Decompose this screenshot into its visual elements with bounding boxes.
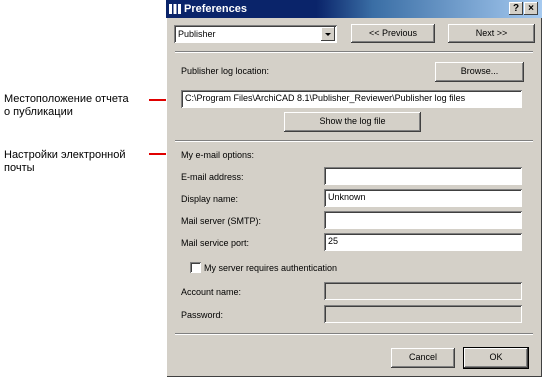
category-dropdown[interactable]: Publisher <box>174 25 337 43</box>
email-address-field[interactable] <box>324 167 522 185</box>
display-name-label: Display name: <box>181 194 239 204</box>
next-button[interactable]: Next >> <box>448 24 535 43</box>
smtp-label: Mail server (SMTP): <box>181 216 262 226</box>
account-name-label: Account name: <box>181 287 242 297</box>
app-icon <box>169 4 181 14</box>
password-field[interactable] <box>324 305 522 323</box>
chevron-down-icon[interactable] <box>321 27 335 41</box>
password-label: Password: <box>181 310 224 320</box>
annotation-email-settings-line1: Настройки электронной <box>4 149 126 161</box>
help-button[interactable]: ? <box>509 2 523 15</box>
annotation-report-location-line1: Местоположение отчета <box>4 93 129 105</box>
separator-middle <box>175 140 533 142</box>
port-label: Mail service port: <box>181 238 250 248</box>
log-path-field[interactable]: C:\Program Files\ArchiCAD 8.1\Publisher_… <box>181 90 522 108</box>
ok-button[interactable]: OK <box>464 348 528 368</box>
smtp-field[interactable] <box>324 211 522 229</box>
separator-top <box>175 51 533 53</box>
log-location-label: Publisher log location: <box>181 66 270 76</box>
annotation-email-settings: Настройки электронной почты <box>4 149 126 175</box>
display-name-field[interactable]: Unknown <box>324 189 522 207</box>
browse-button[interactable]: Browse... <box>435 62 524 82</box>
preferences-dialog: Preferences ? × Publisher << Previous Ne… <box>166 0 542 377</box>
cancel-button[interactable]: Cancel <box>391 348 455 368</box>
close-button[interactable]: × <box>524 2 538 15</box>
title-bar: Preferences ? × <box>166 0 542 18</box>
window-title: Preferences <box>184 3 247 15</box>
show-log-button[interactable]: Show the log file <box>284 112 421 132</box>
account-name-field[interactable] <box>324 282 522 300</box>
auth-checkbox[interactable] <box>190 262 201 273</box>
category-dropdown-value: Publisher <box>178 29 216 39</box>
email-section-label: My e-mail options: <box>181 150 255 160</box>
port-field[interactable]: 25 <box>324 233 522 251</box>
annotation-report-location: Местоположение отчета о публикации <box>4 93 129 119</box>
annotation-email-settings-line2: почты <box>4 162 35 174</box>
separator-bottom <box>175 333 533 335</box>
annotation-report-location-line2: о публикации <box>4 106 73 118</box>
email-address-label: E-mail address: <box>181 172 244 182</box>
previous-button[interactable]: << Previous <box>351 24 435 43</box>
auth-label[interactable]: My server requires authentication <box>204 262 337 274</box>
